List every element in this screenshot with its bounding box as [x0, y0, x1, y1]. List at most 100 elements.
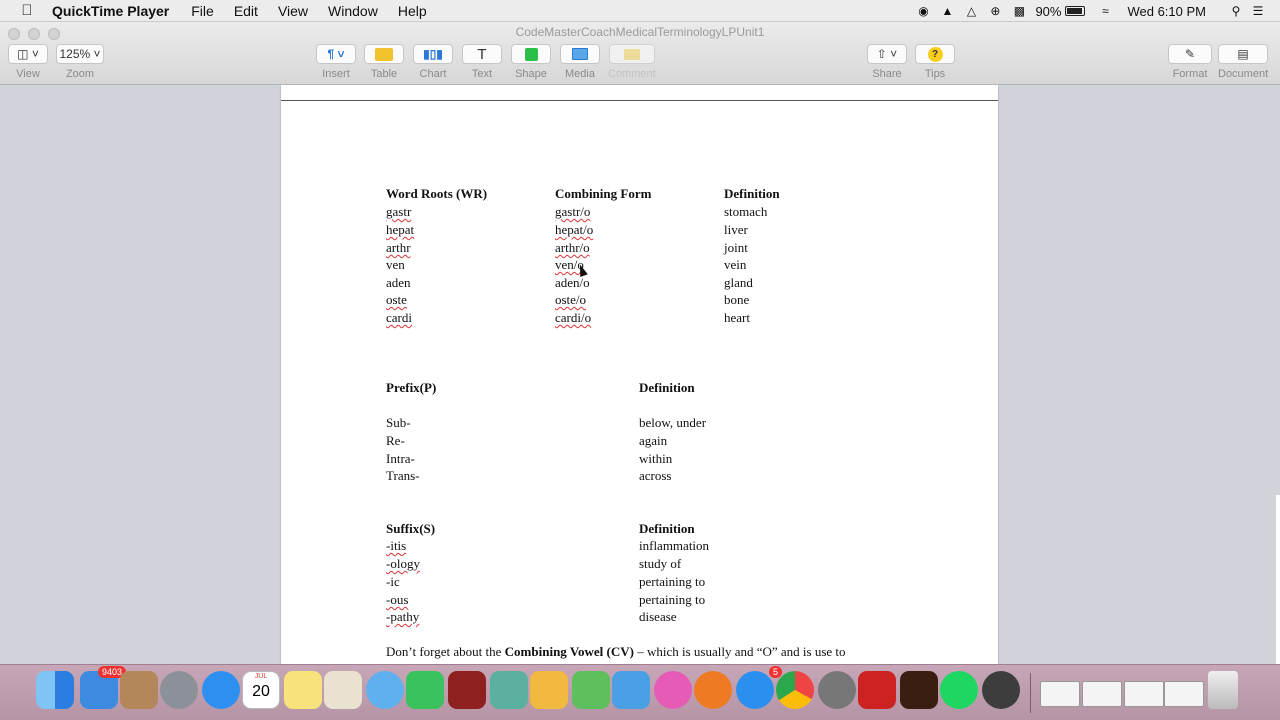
- word-root: cardi: [386, 310, 412, 325]
- menu-help[interactable]: Help: [398, 3, 427, 19]
- suffix-item: -ic: [386, 574, 400, 589]
- combining-form: arthr/o: [555, 240, 590, 255]
- menu-window[interactable]: Window: [328, 3, 378, 19]
- spotify-icon[interactable]: [940, 671, 978, 709]
- help-icon[interactable]: ?: [915, 44, 955, 64]
- preview-icon[interactable]: [324, 671, 362, 709]
- clock[interactable]: Wed 6:10 PM: [1127, 4, 1206, 19]
- suffix-definition: disease: [639, 609, 677, 624]
- safari-icon[interactable]: [202, 671, 240, 709]
- suffix-item: -ous: [386, 592, 409, 607]
- menu-app-name[interactable]: QuickTime Player: [52, 3, 169, 19]
- minimized-window-icon[interactable]: [1040, 681, 1080, 707]
- combining-form: oste/o: [555, 292, 587, 307]
- word-root: arthr: [386, 240, 411, 255]
- finder-icon[interactable]: [36, 671, 74, 709]
- trash-icon[interactable]: [1208, 671, 1238, 709]
- document-canvas[interactable]: Word Roots (WR) Combining Form Definitio…: [0, 85, 1280, 664]
- battery-percent: 90%: [1035, 3, 1062, 19]
- table-tool[interactable]: Table: [364, 44, 404, 80]
- menu-view[interactable]: View: [278, 3, 308, 19]
- sidebar-icon[interactable]: ◫ ˅: [8, 44, 48, 64]
- photo-booth-icon[interactable]: [448, 671, 486, 709]
- minimized-window-icon[interactable]: [1082, 681, 1122, 707]
- photo-app-icon[interactable]: [858, 671, 896, 709]
- wr-definition: gland: [724, 275, 753, 290]
- quicktime-icon[interactable]: [982, 671, 1020, 709]
- chart-icon[interactable]: ▮▯▮: [413, 44, 453, 64]
- shape-label: Shape: [515, 68, 547, 80]
- wr-definition: joint: [724, 240, 748, 255]
- calendar-icon[interactable]: JUL 20: [242, 671, 280, 709]
- chrome-icon[interactable]: [776, 671, 814, 709]
- view-tool[interactable]: ◫ ˅ View: [8, 44, 48, 80]
- table-icon[interactable]: [364, 44, 404, 64]
- suffix-definition: pertaining to: [639, 592, 706, 607]
- suffix-definition: inflammation: [639, 538, 710, 553]
- launchpad-icon[interactable]: [160, 671, 198, 709]
- photos-icon[interactable]: [490, 671, 528, 709]
- itunes-icon[interactable]: [654, 671, 692, 709]
- combining-form: cardi/o: [555, 310, 592, 325]
- status-area: ◉ ▲ △ ⊕ ▩ 90% ≈ Wed 6:10 PM ⚲ ☰: [907, 0, 1280, 22]
- suffix-item: -pathy: [386, 609, 420, 624]
- media-icon[interactable]: [560, 44, 600, 64]
- tips-tool[interactable]: ? Tips: [915, 44, 955, 80]
- app-store-icon[interactable]: 5: [736, 666, 782, 709]
- share-tool[interactable]: ⇧ ˅ Share: [867, 44, 907, 80]
- document-tool[interactable]: ▤ Document: [1218, 44, 1268, 80]
- scrollbar[interactable]: [1276, 495, 1280, 664]
- wr-header-definition: Definition: [724, 186, 780, 201]
- tips-label: Tips: [924, 68, 946, 80]
- menu-file[interactable]: File: [191, 3, 214, 19]
- wifi-icon[interactable]: ≈: [1097, 4, 1113, 18]
- flame-icon[interactable]: ▲: [939, 4, 955, 18]
- shape-icon[interactable]: [511, 44, 551, 64]
- paintbrush-icon[interactable]: ✎: [1168, 44, 1212, 64]
- pages-window: CodeMasterCoachMedicalTerminologyLPUnit1…: [0, 22, 1280, 664]
- facetime-icon[interactable]: [406, 671, 444, 709]
- zoom-dropdown[interactable]: 125% ˅: [56, 44, 104, 64]
- document-icon[interactable]: ▤: [1218, 44, 1269, 64]
- battery-icon[interactable]: [1065, 6, 1086, 16]
- prefix-definition: across: [639, 468, 672, 483]
- menu-edit[interactable]: Edit: [234, 3, 258, 19]
- word-root: gastr: [386, 204, 412, 219]
- wr-definition: vein: [724, 257, 747, 272]
- drive-icon[interactable]: △: [963, 4, 979, 18]
- sync-icon[interactable]: ⊕: [987, 4, 1003, 18]
- minimized-window-icon[interactable]: [1164, 681, 1204, 707]
- shape-tool[interactable]: Shape: [511, 44, 551, 80]
- insert-label: Insert: [322, 68, 350, 80]
- share-icon[interactable]: ⇧ ˅: [867, 44, 907, 64]
- format-label: Format: [1172, 68, 1208, 80]
- text-box-icon[interactable]: T: [462, 44, 502, 64]
- mail-icon[interactable]: 9403: [80, 666, 126, 709]
- contacts-icon[interactable]: [120, 671, 158, 709]
- photo-slideshow-icon[interactable]: [900, 671, 938, 709]
- paragraph-icon[interactable]: ¶ ˅: [316, 44, 356, 64]
- pages-icon[interactable]: [530, 671, 568, 709]
- insert-tool[interactable]: ¶ ˅ Insert: [316, 44, 356, 80]
- prefix-item: Trans-: [386, 468, 420, 483]
- media-tool[interactable]: Media: [560, 44, 600, 80]
- ibooks-icon[interactable]: [694, 671, 732, 709]
- combining-form: gastr/o: [555, 204, 591, 219]
- system-preferences-icon[interactable]: [818, 671, 856, 709]
- numbers-icon[interactable]: [572, 671, 610, 709]
- messages-icon[interactable]: [366, 671, 404, 709]
- wr-definition: heart: [724, 310, 750, 325]
- minimized-window-icon[interactable]: [1124, 681, 1164, 707]
- record-icon[interactable]: ◉: [915, 4, 931, 18]
- document-page[interactable]: Word Roots (WR) Combining Form Definitio…: [281, 85, 998, 664]
- notification-center-icon[interactable]: ☰: [1250, 4, 1266, 18]
- shield-icon[interactable]: ▩: [1011, 4, 1027, 18]
- apple-menu-icon[interactable]: : [18, 2, 36, 19]
- chart-tool[interactable]: ▮▯▮ Chart: [413, 44, 453, 80]
- spotlight-search-icon[interactable]: ⚲: [1228, 4, 1244, 18]
- format-tool[interactable]: ✎ Format: [1168, 44, 1212, 80]
- zoom-tool[interactable]: 125% ˅ Zoom: [56, 44, 104, 80]
- notes-icon[interactable]: [284, 671, 322, 709]
- text-tool[interactable]: T Text: [462, 44, 502, 80]
- keynote-icon[interactable]: [612, 671, 650, 709]
